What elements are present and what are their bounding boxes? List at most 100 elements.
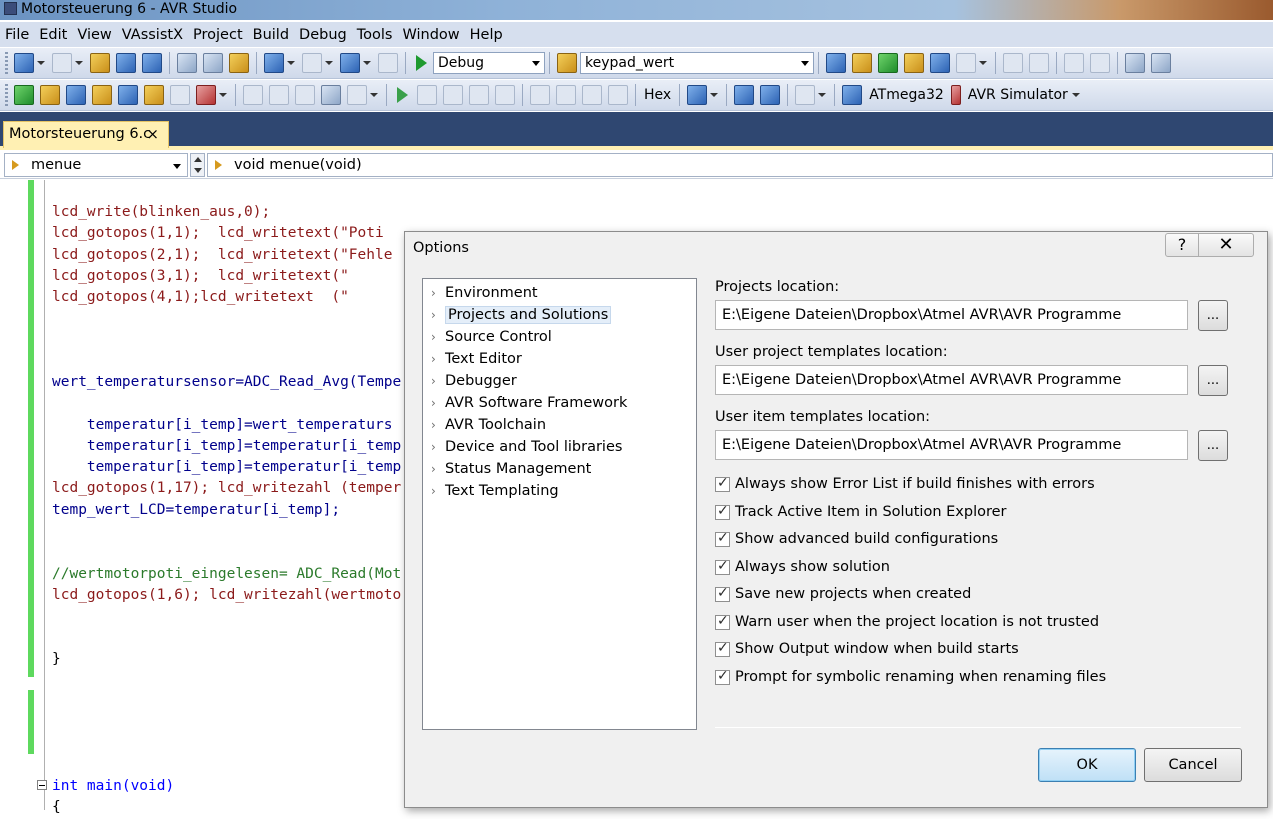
spellcheck-icon[interactable] (196, 85, 216, 105)
chevron-down-icon[interactable] (325, 61, 333, 65)
tree-item-source-control[interactable]: › Source Control (423, 327, 696, 349)
chevron-down-icon[interactable] (1071, 93, 1080, 97)
checkbox-row[interactable]: Always show solution (715, 558, 890, 575)
refactor-icon[interactable] (144, 85, 164, 105)
chevron-right-icon[interactable]: › (431, 283, 445, 304)
ok-button[interactable]: OK (1038, 748, 1136, 782)
properties-icon[interactable] (852, 53, 872, 73)
copy-icon[interactable] (203, 53, 223, 73)
projects-location-browse-button[interactable]: ... (1198, 300, 1228, 331)
object-browser-icon[interactable] (904, 53, 924, 73)
save-icon[interactable] (116, 53, 136, 73)
chevron-right-icon[interactable]: › (431, 349, 445, 370)
checkbox[interactable] (715, 640, 730, 657)
window-icon[interactable] (1125, 53, 1145, 73)
member-select[interactable]: void menue(void) (207, 153, 1273, 177)
io-view-icon[interactable] (321, 85, 341, 105)
find-symbol-icon[interactable] (826, 53, 846, 73)
paste-icon[interactable] (229, 53, 249, 73)
checkbox[interactable] (715, 613, 730, 630)
menu-edit[interactable]: Edit (38, 27, 76, 43)
save-all-icon[interactable] (142, 53, 162, 73)
breakpoints-icon[interactable] (687, 85, 708, 105)
clear-icon[interactable] (795, 85, 816, 105)
checkbox[interactable] (715, 503, 730, 520)
step-into-icon[interactable] (556, 85, 576, 105)
increase-indent-icon[interactable] (1029, 53, 1049, 73)
find-in-files-icon[interactable] (557, 53, 577, 73)
chevron-right-icon[interactable]: › (431, 371, 445, 392)
bracket-icon[interactable] (170, 85, 190, 105)
menu-window[interactable]: Window (401, 27, 468, 43)
menu-tools[interactable]: Tools (356, 27, 402, 43)
watch-icon[interactable] (295, 85, 315, 105)
menu-debug[interactable]: Debug (298, 27, 356, 43)
checkbox-row[interactable]: Show advanced build configurations (715, 530, 998, 547)
checkbox[interactable] (715, 530, 730, 547)
device-label[interactable]: ATmega32 (865, 87, 948, 103)
help-button[interactable]: ? (1165, 233, 1199, 257)
uncomment-icon[interactable] (1090, 53, 1110, 73)
menu-view[interactable]: View (76, 27, 120, 43)
tree-item-debugger[interactable]: › Debugger (423, 371, 696, 393)
tools-icon[interactable] (66, 85, 86, 105)
cancel-button[interactable]: Cancel (1144, 748, 1242, 782)
show-next-statement-icon[interactable] (530, 85, 550, 105)
tree-item-projects-and-solutions[interactable]: › Projects and Solutions (423, 305, 696, 327)
chevron-down-icon[interactable] (818, 93, 827, 97)
checklist-icon[interactable] (14, 85, 34, 105)
checkbox[interactable] (715, 585, 730, 602)
checkbox-row[interactable]: Prompt for symbolic renaming when renami… (715, 668, 1106, 685)
chevron-right-icon[interactable]: › (431, 437, 445, 458)
checkbox-row[interactable]: Track Active Item in Solution Explorer (715, 503, 1007, 520)
reset-icon[interactable] (495, 85, 515, 105)
chevron-down-icon[interactable] (370, 93, 378, 97)
navigate-backward-icon[interactable] (340, 53, 360, 73)
start-debugging-icon[interactable] (416, 55, 427, 71)
toolbar-grip[interactable] (5, 84, 8, 106)
new-project-icon[interactable] (14, 53, 34, 73)
projects-location-input[interactable]: E:\Eigene Dateien\Dropbox\Atmel AVR\AVR … (715, 300, 1188, 330)
registers-icon[interactable] (269, 85, 289, 105)
memory-icon[interactable] (243, 85, 263, 105)
project-templates-browse-button[interactable]: ... (1198, 365, 1228, 396)
menu-help[interactable]: Help (469, 27, 512, 43)
tab-motorsteuerung[interactable]: Motorsteuerung 6.c × (3, 121, 169, 148)
pause-icon[interactable] (417, 85, 437, 105)
step-out-icon[interactable] (608, 85, 628, 105)
scope-select[interactable]: menue (4, 153, 188, 177)
toolbar-grip[interactable] (5, 52, 8, 74)
step-over-icon[interactable] (582, 85, 602, 105)
toolbox-icon[interactable] (930, 53, 950, 73)
chevron-right-icon[interactable]: › (431, 393, 445, 414)
item-templates-browse-button[interactable]: ... (1198, 430, 1228, 461)
chevron-right-icon[interactable]: › (431, 459, 445, 480)
tree-item-status-management[interactable]: › Status Management (423, 459, 696, 481)
chevron-down-icon[interactable] (37, 61, 45, 65)
navigate-forward-icon[interactable] (378, 53, 398, 73)
export-icon[interactable] (878, 53, 898, 73)
stop-icon[interactable] (443, 85, 463, 105)
scope-spinner[interactable] (190, 153, 205, 177)
tree-item-avr-toolchain[interactable]: › AVR Toolchain (423, 415, 696, 437)
chevron-right-icon[interactable]: › (431, 481, 445, 502)
highlight-icon[interactable] (92, 85, 112, 105)
redo-icon[interactable] (302, 53, 322, 73)
tree-item-environment[interactable]: › Environment (423, 283, 696, 305)
close-button[interactable]: ✕ (1198, 233, 1254, 257)
undo-icon[interactable] (264, 53, 284, 73)
restart-icon[interactable] (469, 85, 489, 105)
menu-project[interactable]: Project (192, 27, 252, 43)
add-item-icon[interactable] (52, 53, 72, 73)
tool-icon[interactable] (950, 85, 961, 105)
comment-icon[interactable] (1064, 53, 1084, 73)
continue-icon[interactable] (397, 87, 408, 103)
close-icon[interactable]: × (146, 122, 159, 147)
checkbox-row[interactable]: Warn user when the project location is n… (715, 613, 1099, 630)
chip-icon[interactable] (842, 85, 863, 105)
item-templates-input[interactable]: E:\Eigene Dateien\Dropbox\Atmel AVR\AVR … (715, 430, 1188, 460)
tree-item-text-templating[interactable]: › Text Templating (423, 481, 696, 503)
checkbox[interactable] (715, 475, 730, 492)
menu-build[interactable]: Build (252, 27, 298, 43)
checkbox-row[interactable]: Show Output window when build starts (715, 640, 1019, 657)
